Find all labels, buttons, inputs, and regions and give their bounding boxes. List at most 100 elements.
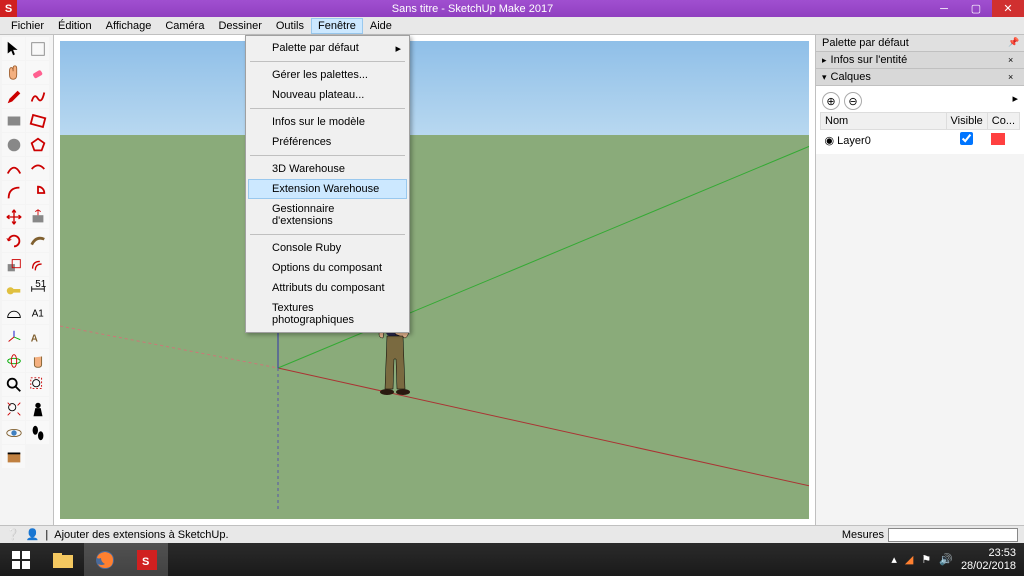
menu-affichage[interactable]: Affichage <box>99 18 159 34</box>
menu-item[interactable]: Gérer les palettes... <box>248 65 407 85</box>
menu-separator <box>250 155 405 156</box>
pie-tool[interactable] <box>26 181 49 204</box>
col-name[interactable]: Nom <box>821 113 947 130</box>
menu-item[interactable]: Attributs du composant <box>248 278 407 298</box>
menu-item[interactable]: Textures photographiques <box>248 298 407 330</box>
pan-tool[interactable] <box>26 349 49 372</box>
info-tool[interactable] <box>26 37 49 60</box>
help-icon[interactable]: ❔ <box>6 528 20 541</box>
axes-overlay <box>60 41 809 519</box>
axes-tool[interactable] <box>2 325 25 348</box>
menu-item[interactable]: Console Ruby <box>248 238 407 258</box>
layers-body: ⊕ ⊖ ▸ Nom Visible Co... ◉ Layer0 <box>816 86 1024 154</box>
arc2-tool[interactable] <box>26 157 49 180</box>
hand-tool[interactable] <box>2 61 25 84</box>
menu-item[interactable]: Options du composant <box>248 258 407 278</box>
tray-av-icon[interactable]: ◢ <box>905 553 913 566</box>
menubar: FichierÉditionAffichageCaméraDessinerOut… <box>0 17 1024 35</box>
table-row[interactable]: ◉ Layer0 <box>821 130 1020 151</box>
main-area: 51 A1 A <box>0 35 1024 525</box>
walk-tool[interactable] <box>26 421 49 444</box>
maximize-button[interactable]: ▢ <box>960 0 992 17</box>
rotate-tool[interactable] <box>2 229 25 252</box>
col-visible[interactable]: Visible <box>946 113 987 130</box>
zoom-tool[interactable] <box>2 373 25 396</box>
scale-tool[interactable] <box>2 253 25 276</box>
menu-item[interactable]: Nouveau plateau... <box>248 85 407 105</box>
polygon-tool[interactable] <box>26 133 49 156</box>
layer-table: Nom Visible Co... ◉ Layer0 <box>820 112 1020 150</box>
layer-toolbar: ⊕ ⊖ ▸ <box>820 90 1020 112</box>
position-camera-tool[interactable] <box>26 397 49 420</box>
taskbar-sketchup[interactable]: S <box>126 543 168 576</box>
3dtext-tool[interactable]: A <box>26 325 49 348</box>
zoom-extents-tool[interactable] <box>2 397 25 420</box>
menu-fichier[interactable]: Fichier <box>4 18 51 34</box>
dimension-tool[interactable]: 51 <box>26 277 49 300</box>
freehand-tool[interactable] <box>26 85 49 108</box>
menu-fenêtre[interactable]: Fenêtre <box>311 18 363 34</box>
layer-visible-checkbox[interactable] <box>960 132 973 145</box>
arc-tool[interactable] <box>2 157 25 180</box>
menu-item[interactable]: Palette par défaut <box>248 38 407 58</box>
add-layer-button[interactable]: ⊕ <box>822 92 840 110</box>
svg-text:A1: A1 <box>31 308 44 319</box>
followme-tool[interactable] <box>26 229 49 252</box>
move-tool[interactable] <box>2 205 25 228</box>
offset-tool[interactable] <box>26 253 49 276</box>
collapse-icon: ▸ <box>822 55 827 66</box>
section-layers[interactable]: ▾ Calques × <box>816 69 1024 86</box>
layer-color-swatch[interactable] <box>991 133 1005 145</box>
menu-item[interactable]: Préférences <box>248 132 407 152</box>
pushpull-tool[interactable] <box>26 205 49 228</box>
menu-separator <box>250 108 405 109</box>
tray-volume-icon[interactable]: 🔊 <box>939 553 953 566</box>
minimize-button[interactable]: ─ <box>928 0 960 17</box>
eraser-tool[interactable] <box>26 61 49 84</box>
tape-tool[interactable] <box>2 277 25 300</box>
section-entity-info[interactable]: ▸ Infos sur l'entité × <box>816 52 1024 69</box>
clock[interactable]: 23:53 28/02/2018 <box>961 547 1016 571</box>
text-tool[interactable]: A1 <box>26 301 49 324</box>
close-section-icon[interactable]: × <box>1008 72 1018 82</box>
menu-caméra[interactable]: Caméra <box>158 18 211 34</box>
close-button[interactable]: ✕ <box>992 0 1024 17</box>
tray-up-icon[interactable]: ▴ <box>891 553 897 566</box>
layer-radio-icon[interactable]: ◉ <box>825 135 835 147</box>
status-hint: Ajouter des extensions à SketchUp. <box>54 529 228 541</box>
col-color[interactable]: Co... <box>987 113 1019 130</box>
protractor-tool[interactable] <box>2 301 25 324</box>
zoom-window-tool[interactable] <box>26 373 49 396</box>
viewport-canvas[interactable] <box>60 41 809 519</box>
section-tool[interactable] <box>2 445 25 468</box>
circle-tool[interactable] <box>2 133 25 156</box>
menu-item[interactable]: Extension Warehouse <box>248 179 407 199</box>
rotated-rect-tool[interactable] <box>26 109 49 132</box>
close-section-icon[interactable]: × <box>1008 55 1018 65</box>
taskbar-firefox[interactable] <box>84 543 126 576</box>
menu-item[interactable]: Gestionnaire d'extensions <box>248 199 407 231</box>
menu-outils[interactable]: Outils <box>269 18 311 34</box>
taskbar-explorer[interactable] <box>42 543 84 576</box>
remove-layer-button[interactable]: ⊖ <box>844 92 862 110</box>
start-button[interactable] <box>0 543 42 576</box>
measure-label: Mesures <box>842 529 884 541</box>
svg-text:51: 51 <box>35 280 46 290</box>
menu-aide[interactable]: Aide <box>363 18 399 34</box>
menu-dessiner[interactable]: Dessiner <box>211 18 268 34</box>
geo-icon[interactable]: 👤 <box>26 528 40 541</box>
select-tool[interactable] <box>2 37 25 60</box>
menu-édition[interactable]: Édition <box>51 18 99 34</box>
menu-item[interactable]: 3D Warehouse <box>248 159 407 179</box>
look-around-tool[interactable] <box>2 421 25 444</box>
rectangle-tool[interactable] <box>2 109 25 132</box>
window-title: Sans titre - SketchUp Make 2017 <box>17 3 928 15</box>
arc3-tool[interactable] <box>2 181 25 204</box>
layer-menu-icon[interactable]: ▸ <box>1012 92 1018 110</box>
measure-input[interactable] <box>888 528 1018 542</box>
tray-flag-icon[interactable]: ⚑ <box>921 553 931 566</box>
pin-icon[interactable]: 📌 <box>1008 37 1018 47</box>
orbit-tool[interactable] <box>2 349 25 372</box>
menu-item[interactable]: Infos sur le modèle <box>248 112 407 132</box>
pencil-tool[interactable] <box>2 85 25 108</box>
